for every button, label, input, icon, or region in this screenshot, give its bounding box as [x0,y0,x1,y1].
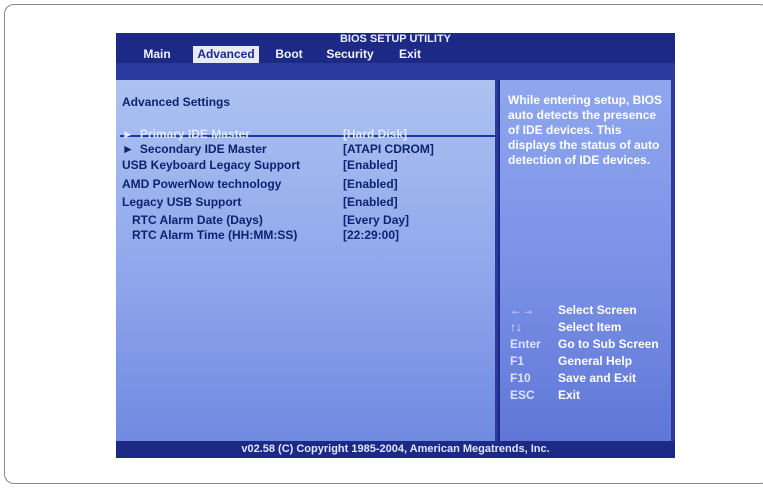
menu-bar: Main Advanced Boot Security Exit [116,46,675,63]
submenu-arrow-icon: ► [122,127,134,141]
setting-row-usb-keyboard-legacy[interactable]: USB Keyboard Legacy Support [Enabled] [116,158,496,173]
bios-title: BIOS SETUP UTILITY [116,33,675,46]
tab-main[interactable]: Main [138,46,176,63]
setting-value: [22:29:00] [343,228,400,242]
help-text: While entering setup, BIOS auto detects … [508,93,663,167]
setting-label: RTC Alarm Time (HH:MM:SS) [132,228,298,242]
setting-label: Legacy USB Support [122,195,242,209]
tab-advanced[interactable]: Advanced [193,46,259,63]
left-right-arrows-icon: ←→ [510,303,534,317]
copyright-footer: v02.58 (C) Copyright 1985-2004, American… [116,441,675,458]
submenu-arrow-icon: ► [122,142,134,156]
tab-security[interactable]: Security [322,46,378,63]
tab-boot[interactable]: Boot [271,46,307,63]
setting-value: [Enabled] [343,177,398,191]
setting-label: USB Keyboard Legacy Support [122,158,301,172]
setting-row-legacy-usb[interactable]: Legacy USB Support [Enabled] [116,195,496,210]
setting-label: Secondary IDE Master [139,142,267,156]
setting-value: [Every Day] [343,213,410,227]
setting-label: Primary IDE Master [139,127,250,141]
up-down-arrows-icon: ↑↓ [510,320,522,334]
setting-value: [Enabled] [343,195,398,209]
setting-row-rtc-alarm-time[interactable]: RTC Alarm Time (HH:MM:SS) [22:29:00] [116,228,496,243]
setting-row-rtc-alarm-date[interactable]: RTC Alarm Date (Days) [Every Day] [116,213,496,228]
section-title: Advanced Settings [122,95,231,109]
setting-value: [Hard Disk] [343,127,408,141]
tab-exit[interactable]: Exit [393,46,427,63]
setting-value: [Enabled] [343,158,398,172]
setting-row-primary-ide[interactable]: ► Primary IDE Master [Hard Disk] [116,127,496,142]
setting-row-secondary-ide[interactable]: ► Secondary IDE Master [ATAPI CDROM] [116,142,496,157]
setting-value: [ATAPI CDROM] [343,142,434,156]
setting-label: RTC Alarm Date (Days) [132,213,263,227]
setting-label: AMD PowerNow technology [122,177,282,191]
setting-row-amd-powernow[interactable]: AMD PowerNow technology [Enabled] [116,177,496,192]
bios-screen: BIOS SETUP UTILITY Main Advanced Boot Se… [116,33,675,458]
